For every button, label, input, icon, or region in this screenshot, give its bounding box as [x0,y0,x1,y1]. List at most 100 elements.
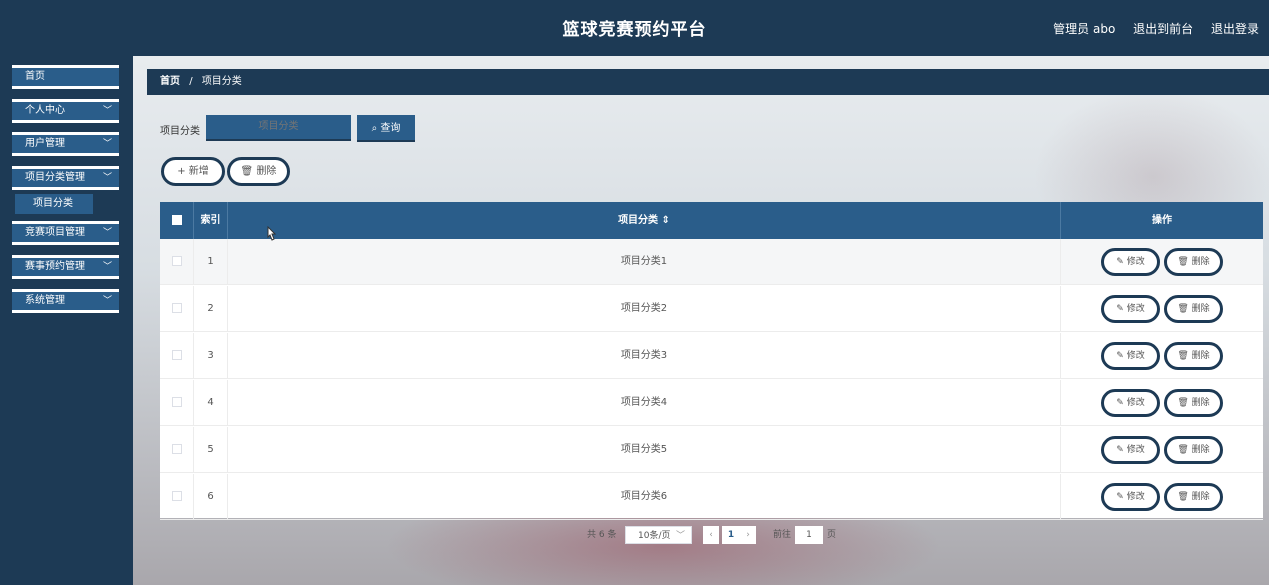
trash-icon: 🗑 [1177,492,1189,502]
edit-label: 修改 [1126,351,1145,361]
sidebar-item-competition-management[interactable]: 竞赛项目管理 ﹀ [12,221,119,245]
category-table: 索引 项目分类 ⇕ 操作 1 项目分类1 ✎ 修改 🗑 删除 2 项目分类2 ✎… [160,202,1263,520]
pagination-total: 共 6 条 [587,530,617,540]
delete-button[interactable]: 🗑 删除 [1164,295,1223,323]
breadcrumb-separator: / [189,76,193,87]
prev-page-button[interactable]: ‹ [703,526,719,544]
row-checkbox[interactable] [171,491,182,501]
trash-icon: 🗑 [1177,351,1189,361]
header-category-label: 项目分类 [618,215,659,226]
sidebar-item-category-management[interactable]: 项目分类管理 ﹀ [12,166,119,190]
page-suffix: 页 [827,530,837,540]
edit-label: 修改 [1126,257,1145,267]
row-category: 项目分类4 [228,380,1061,426]
trash-icon: 🗑 [1177,445,1189,455]
row-operations: ✎ 修改 🗑 删除 [1061,239,1263,285]
edit-label: 修改 [1126,304,1145,314]
row-category: 项目分类3 [228,333,1061,379]
row-checkbox[interactable] [171,350,182,360]
sidebar-subitem-category[interactable]: 项目分类 [15,194,93,214]
breadcrumb: 首页 / 项目分类 [147,69,1269,95]
row-checkbox[interactable] [171,303,182,313]
delete-button[interactable]: 🗑 删除 [1164,342,1223,370]
sidebar-item-home[interactable]: 首页 [12,65,119,89]
table-row: 6 项目分类6 ✎ 修改 🗑 删除 [160,474,1263,520]
chevron-down-icon: ﹀ [102,262,112,272]
sidebar-item-reservation-management[interactable]: 赛事预约管理 ﹀ [12,255,119,279]
edit-icon: ✎ [1116,304,1124,314]
table-row: 4 项目分类4 ✎ 修改 🗑 删除 [160,380,1263,426]
delete-label: 删除 [1191,351,1210,361]
header-index: 索引 [194,202,228,239]
main-content: 首页 / 项目分类 项目分类 ⌕ 查询 + 新增 🗑 删除 索引 项目分类 ⇕ … [133,56,1269,585]
add-button-label: 新增 [188,166,209,177]
row-checkbox[interactable] [171,397,182,407]
delete-button[interactable]: 🗑 删除 [1164,483,1223,511]
batch-delete-button[interactable]: 🗑 删除 [227,157,290,186]
sidebar-item-personal-center[interactable]: 个人中心 ﹀ [12,99,119,123]
row-index: 6 [194,474,228,520]
next-page-button[interactable]: › [740,526,756,544]
search-input[interactable] [206,115,351,141]
sidebar-item-label: 首页 [25,71,45,82]
chevron-down-icon: ﹀ [102,173,112,183]
row-index: 3 [194,333,228,379]
edit-label: 修改 [1126,398,1145,408]
edit-button[interactable]: ✎ 修改 [1101,389,1160,417]
edit-icon: ✎ [1116,351,1124,361]
delete-label: 删除 [1191,304,1210,314]
sidebar-item-label: 项目分类管理 [25,172,85,183]
header-right: 管理员 abo 退出到前台 退出登录 [1039,20,1259,37]
sidebar-item-label: 用户管理 [25,138,65,149]
edit-button[interactable]: ✎ 修改 [1101,295,1160,323]
sidebar-item-user-management[interactable]: 用户管理 ﹀ [12,132,119,156]
row-check-cell [160,380,194,426]
row-index: 4 [194,380,228,426]
add-button[interactable]: + 新增 [161,157,225,186]
sidebar-item-system-management[interactable]: 系统管理 ﹀ [12,289,119,313]
logout-link[interactable]: 退出登录 [1211,22,1259,36]
goto-page-input[interactable]: 1 [795,526,823,544]
row-operations: ✎ 修改 🗑 删除 [1061,286,1263,332]
row-operations: ✎ 修改 🗑 删除 [1061,474,1263,520]
edit-button[interactable]: ✎ 修改 [1101,342,1160,370]
row-checkbox[interactable] [171,444,182,454]
search-icon: ⌕ [371,123,378,134]
chevron-down-icon: ﹀ [102,296,112,306]
batch-delete-label: 删除 [256,166,277,177]
edit-icon: ✎ [1116,492,1124,502]
delete-label: 删除 [1191,445,1210,455]
edit-label: 修改 [1126,492,1145,502]
row-check-cell [160,333,194,379]
mouse-cursor-icon [267,226,277,241]
back-to-front-link[interactable]: 退出到前台 [1133,22,1193,36]
delete-label: 删除 [1191,398,1210,408]
page-size-value: 10条/页 [638,531,671,541]
select-all-checkbox[interactable] [171,215,182,225]
table-row: 5 项目分类5 ✎ 修改 🗑 删除 [160,427,1263,473]
sort-icon[interactable]: ⇕ [662,215,670,226]
edit-button[interactable]: ✎ 修改 [1101,483,1160,511]
delete-button[interactable]: 🗑 删除 [1164,436,1223,464]
edit-button[interactable]: ✎ 修改 [1101,248,1160,276]
edit-icon: ✎ [1116,257,1124,267]
header-category[interactable]: 项目分类 ⇕ [228,202,1061,239]
trash-icon: 🗑 [240,166,254,177]
row-checkbox[interactable] [171,256,182,266]
sidebar-item-label: 赛事预约管理 [25,261,85,272]
delete-button[interactable]: 🗑 删除 [1164,248,1223,276]
page-number-current[interactable]: 1 [722,526,740,544]
page-size-select[interactable]: 10条/页 ﹀ [625,526,692,544]
select-all-cell [160,202,194,239]
row-check-cell [160,239,194,285]
breadcrumb-home[interactable]: 首页 [160,76,180,87]
delete-button[interactable]: 🗑 删除 [1164,389,1223,417]
chevron-down-icon: ﹀ [102,228,112,238]
search-button[interactable]: ⌕ 查询 [357,115,415,142]
edit-button[interactable]: ✎ 修改 [1101,436,1160,464]
row-check-cell [160,286,194,332]
delete-label: 删除 [1191,492,1210,502]
top-header: 篮球竞赛预约平台 管理员 abo 退出到前台 退出登录 [0,0,1269,56]
chevron-down-icon: ﹀ [102,106,112,116]
edit-icon: ✎ [1116,398,1124,408]
